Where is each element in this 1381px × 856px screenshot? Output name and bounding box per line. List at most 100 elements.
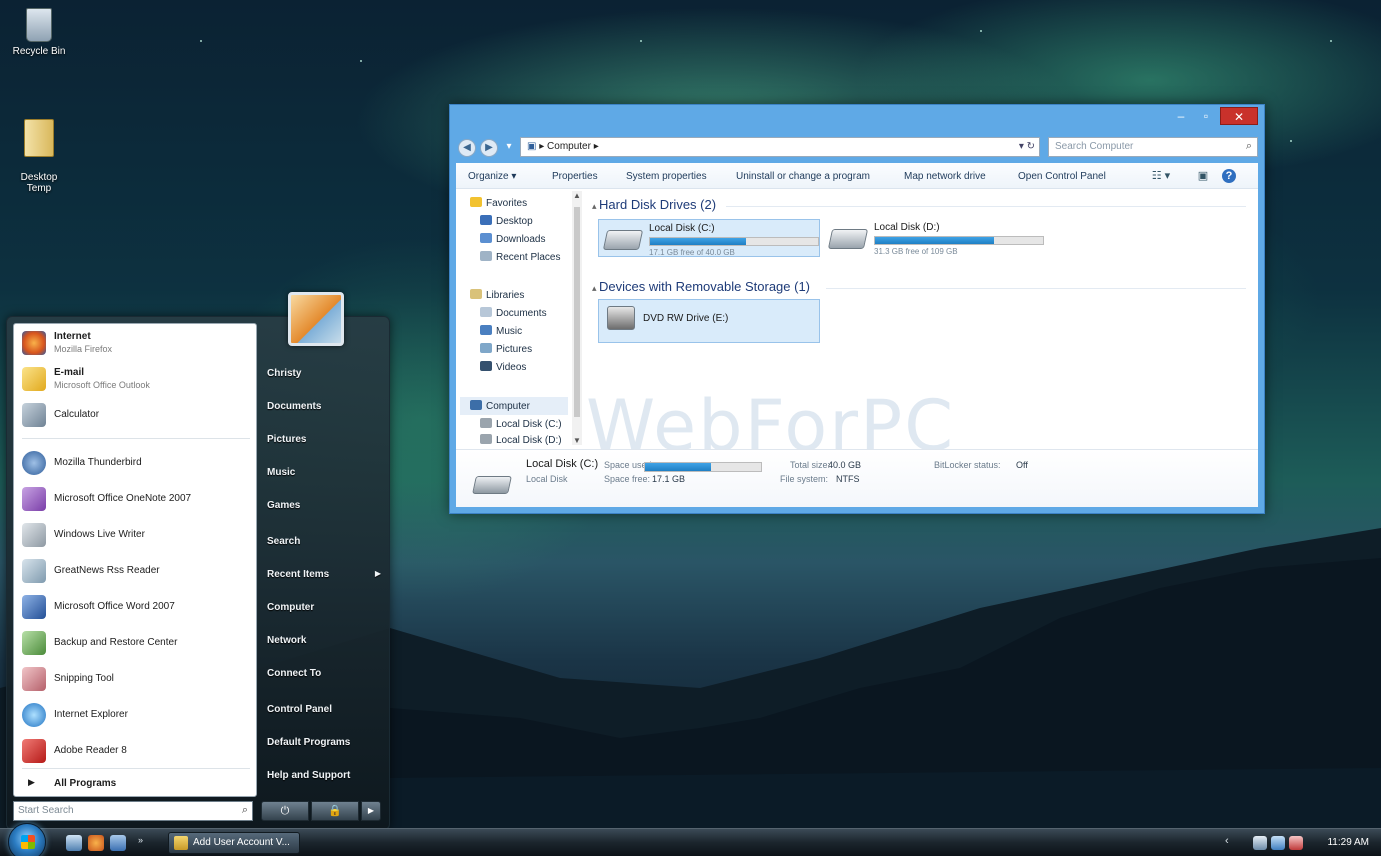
drive-name: Local Disk (C:) [649,223,715,234]
show-desktop-icon[interactable] [66,835,82,851]
start-search-input[interactable]: Start Search ⌕ [13,801,253,821]
forward-button[interactable]: ▶ [480,139,498,157]
address-bar[interactable]: ▣ ▸ Computer ▸ ▾ ↻ [520,137,1040,157]
folder-icon [174,836,188,850]
nav-music[interactable]: Music [480,325,522,337]
nav-pictures[interactable]: Pictures [480,343,532,355]
nav-favorites[interactable]: Favorites [470,197,527,209]
network-icon[interactable] [1253,836,1267,850]
hard-drive-icon [602,230,644,250]
drive-dvd-rw-e[interactable]: DVD RW Drive (E:) [598,299,820,343]
nav-libraries[interactable]: Libraries [470,289,524,301]
star [360,60,362,62]
start-games[interactable]: Games [265,495,383,517]
nav-label: Recent Places [496,252,561,263]
nav-local-disk-d[interactable]: Local Disk (D:) [480,434,562,446]
scroll-down-arrow[interactable]: ▼ [573,436,581,445]
start-recent-items[interactable]: Recent Items ▶ [265,564,383,586]
drive-local-disk-c[interactable]: Local Disk (C:) 17.1 GB free of 40.0 GB [598,219,820,257]
nav-videos[interactable]: Videos [480,361,526,373]
recent-places-icon [480,251,492,261]
start-search-link[interactable]: Search [265,531,383,553]
maximize-button[interactable]: ▫ [1194,107,1218,125]
system-properties-button[interactable]: System properties [626,171,707,182]
group-hard-disk-drives[interactable]: Hard Disk Drives (2) [592,197,716,212]
details-space-used-fill [645,463,712,471]
program-word[interactable]: Microsoft Office Word 2007 [14,590,258,624]
power-button[interactable]: ⏻ [261,801,309,821]
firefox-icon[interactable] [88,835,104,851]
clock[interactable]: 11:29 AM [1327,837,1369,848]
minimize-button[interactable]: – [1170,107,1192,125]
program-adobe-reader[interactable]: Adobe Reader 8 [14,734,258,768]
close-button[interactable]: ✕ [1220,107,1258,125]
program-calculator[interactable]: Calculator [14,398,258,432]
program-internet-explorer[interactable]: Internet Explorer [14,698,258,732]
start-user-christy[interactable]: Christy [265,363,383,385]
breadcrumb-computer[interactable]: Computer [547,141,591,152]
program-backup[interactable]: Backup and Restore Center [14,626,258,660]
lock-button[interactable]: 🔒 [311,801,359,821]
uninstall-program-button[interactable]: Uninstall or change a program [736,171,870,182]
search-placeholder: Search Computer [1055,141,1134,152]
snipping-tool-icon [22,667,46,691]
search-input[interactable]: Search Computer ⌕ [1048,137,1258,157]
drive-local-disk-d[interactable]: Local Disk (D:) 31.3 GB free of 109 GB [824,219,1046,257]
start-music[interactable]: Music [265,462,383,484]
nav-local-disk-c[interactable]: Local Disk (C:) [480,418,562,430]
nav-computer[interactable]: Computer [470,400,530,412]
nav-scrollbar[interactable]: ▲ ▼ [572,191,582,445]
switch-windows-icon[interactable] [110,835,126,851]
start-orb-button[interactable] [8,823,46,856]
pinned-email[interactable]: E-mail Microsoft Office Outlook [14,362,258,396]
taskbar-button-add-user-account[interactable]: Add User Account V... [168,832,300,854]
map-network-drive-button[interactable]: Map network drive [904,171,986,182]
open-control-panel-button[interactable]: Open Control Panel [1018,171,1106,182]
pinned-internet[interactable]: Internet Mozilla Firefox [14,326,258,360]
desktop-icon-recycle-bin[interactable]: Recycle Bin [4,8,74,57]
system-tray: ‹ 11:29 AM [1221,829,1381,856]
quick-launch-overflow-icon[interactable]: » [138,835,148,851]
start-pictures[interactable]: Pictures [265,429,383,451]
program-thunderbird[interactable]: Mozilla Thunderbird [14,446,258,480]
program-onenote[interactable]: Microsoft Office OneNote 2007 [14,482,258,516]
help-icon[interactable]: ? [1222,169,1236,183]
program-snipping-tool[interactable]: Snipping Tool [14,662,258,696]
view-options-icon[interactable]: ☷ ▾ [1148,169,1174,183]
show-hidden-icons-button[interactable]: ‹ [1225,835,1229,847]
start-computer[interactable]: Computer [265,597,383,619]
properties-button[interactable]: Properties [552,171,598,182]
start-documents[interactable]: Documents [265,396,383,418]
all-programs-button[interactable]: ▶ All Programs [14,770,258,796]
window-titlebar[interactable]: – ▫ ✕ [450,105,1264,129]
scroll-thumb[interactable] [574,207,580,417]
nav-recent-places[interactable]: Recent Places [480,251,560,263]
search-icon[interactable]: ⌕ [1246,140,1252,153]
taskbar: » Add User Account V... ‹ 11:29 AM [0,823,1381,856]
pictures-icon [480,343,492,353]
start-help-support[interactable]: Help and Support [265,765,383,787]
program-greatnews[interactable]: GreatNews Rss Reader [14,554,258,588]
program-label: Windows Live Writer [54,529,145,540]
preview-pane-icon[interactable]: ▣ [1196,169,1210,183]
organize-button[interactable]: Organize ▾ [468,171,516,182]
nav-documents[interactable]: Documents [480,307,547,319]
user-picture[interactable] [288,292,344,346]
desktop-icon-desktop-temp[interactable]: Desktop Temp [4,108,74,205]
back-button[interactable]: ◀ [458,139,476,157]
nav-desktop[interactable]: Desktop [480,215,533,227]
nav-downloads[interactable]: Downloads [480,233,545,245]
recent-pages-button[interactable]: ▾ [502,139,516,157]
start-network[interactable]: Network [265,630,383,652]
start-places-pane: Christy Documents Pictures Music Games S… [257,317,391,817]
group-removable-storage[interactable]: Devices with Removable Storage (1) [592,279,810,294]
security-alert-icon[interactable] [1289,836,1303,850]
start-default-programs[interactable]: Default Programs [265,732,383,754]
program-live-writer[interactable]: Windows Live Writer [14,518,258,552]
start-connect-to[interactable]: Connect To [265,663,383,685]
start-control-panel[interactable]: Control Panel [265,699,383,721]
address-controls[interactable]: ▾ ↻ [1019,141,1035,152]
volume-icon[interactable] [1271,836,1285,850]
scroll-up-arrow[interactable]: ▲ [573,191,581,200]
shutdown-options-button[interactable]: ▶ [361,801,381,821]
